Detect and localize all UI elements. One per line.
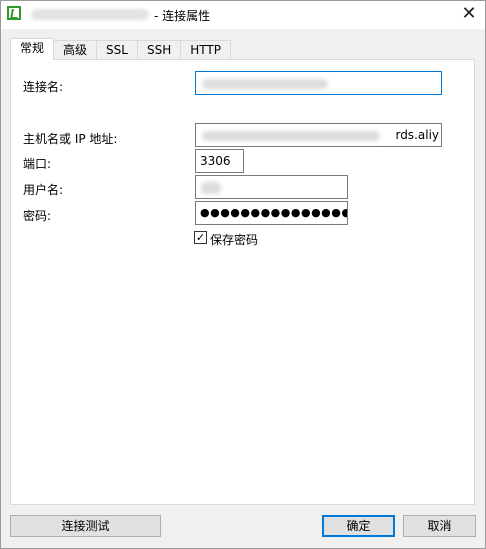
host-label: 主机名或 IP 地址:: [23, 132, 118, 146]
host-value-visible: rds.aliy: [395, 128, 439, 142]
connection-properties-dialog: - 连接属性 ✕ 常规 高级 SSL SSH HTTP 连接名: 主机名或 IP 地址:…: [0, 0, 486, 549]
port-label: 端口:: [23, 157, 52, 171]
port-input[interactable]: 3306: [195, 149, 244, 173]
tab-http[interactable]: HTTP: [180, 40, 231, 60]
general-tab-panel: 连接名: 主机名或 IP 地址: rds.aliy 端口: 3306 用户名: …: [10, 59, 475, 505]
redacted-connection-title: [31, 9, 149, 20]
redacted-username: [201, 182, 221, 194]
title-bar: - 连接属性 ✕: [1, 1, 485, 29]
test-connection-button[interactable]: 连接测试: [10, 515, 161, 537]
close-icon[interactable]: ✕: [453, 1, 485, 29]
tab-advanced[interactable]: 高级: [53, 40, 98, 60]
password-label: 密码:: [23, 209, 52, 223]
tab-ssl[interactable]: SSL: [96, 40, 138, 60]
redacted-connection-name: [202, 79, 328, 89]
username-label: 用户名:: [23, 183, 64, 197]
ok-button[interactable]: 确定: [322, 515, 395, 537]
redacted-host: [202, 131, 380, 141]
tab-bar: 常规 高级 SSL SSH HTTP: [10, 38, 231, 60]
connection-name-input[interactable]: [195, 71, 442, 95]
save-password-label[interactable]: 保存密码: [210, 231, 258, 248]
host-input[interactable]: rds.aliy: [195, 123, 442, 147]
cancel-button[interactable]: 取消: [403, 515, 476, 537]
save-password-checkbox[interactable]: ✓: [194, 231, 207, 244]
username-input[interactable]: [195, 175, 348, 199]
tab-general[interactable]: 常规: [10, 38, 55, 60]
password-input[interactable]: ●●●●●●●●●●●●●●●: [195, 201, 348, 225]
connection-name-label: 连接名:: [23, 80, 64, 94]
window-title: - 连接属性: [154, 9, 211, 23]
tab-ssh[interactable]: SSH: [136, 40, 182, 60]
navicat-app-icon: [7, 6, 21, 20]
